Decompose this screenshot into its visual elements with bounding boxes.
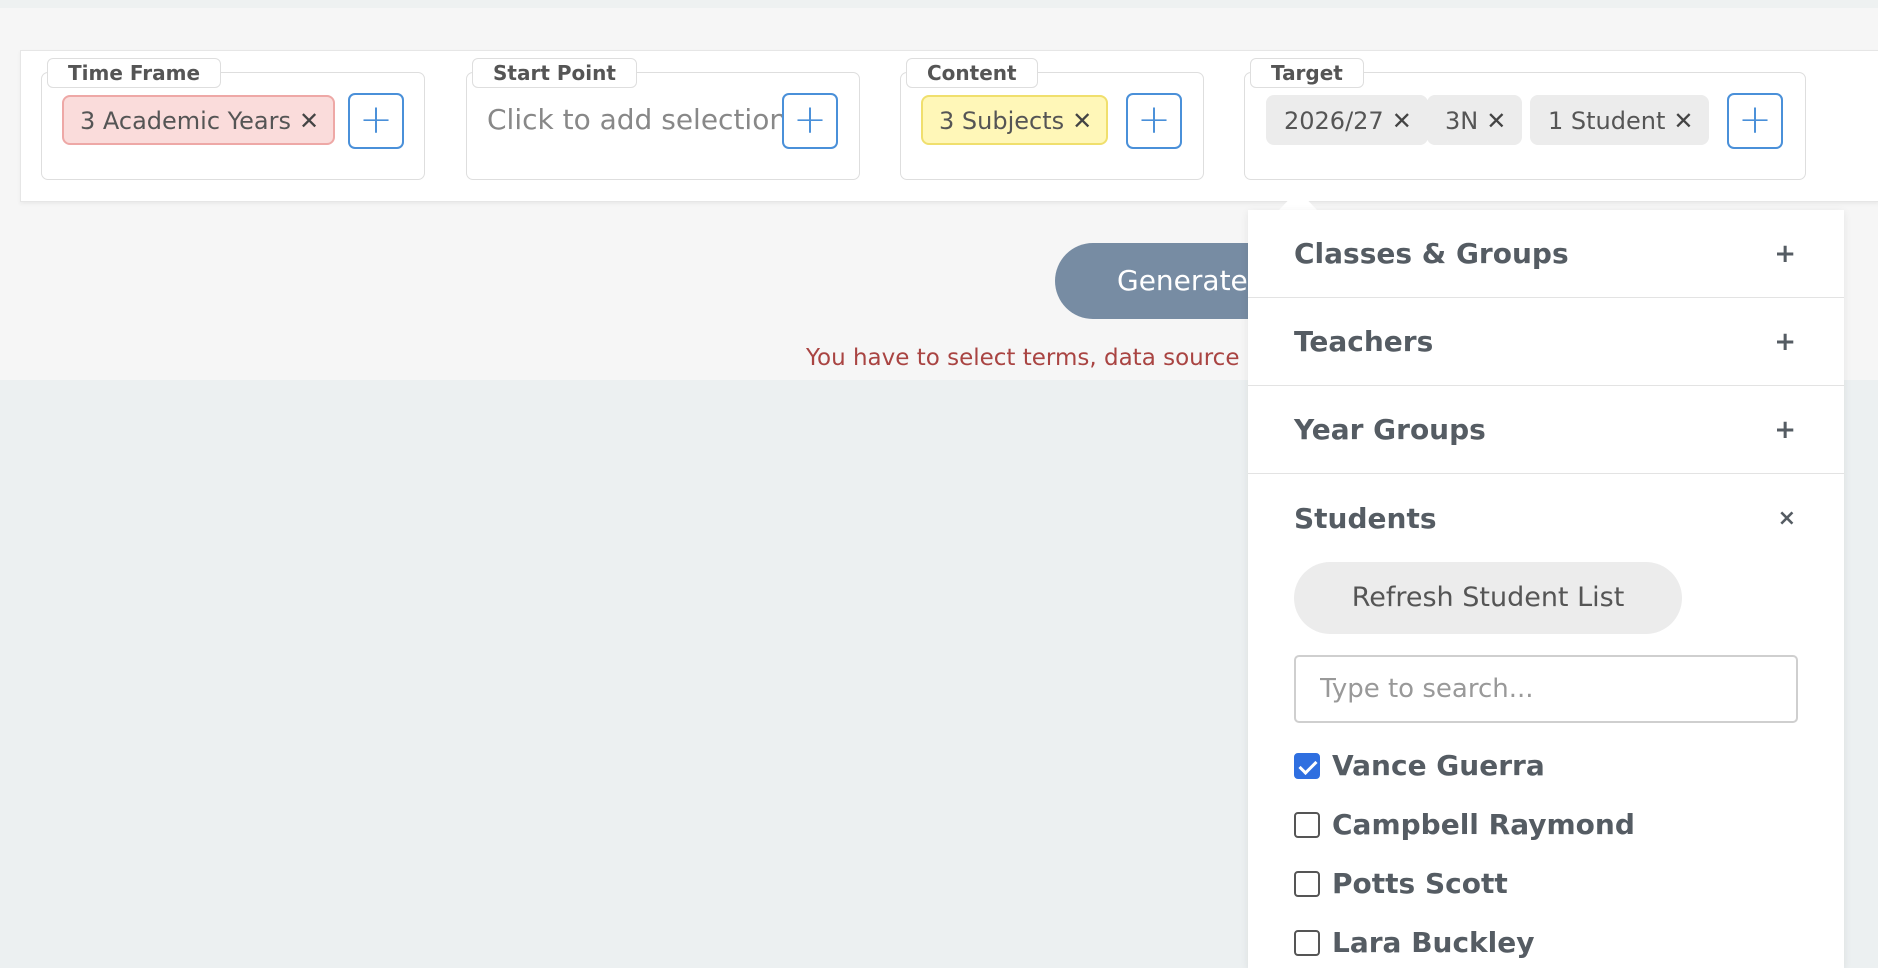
dropdown-arrow <box>1278 190 1318 211</box>
target-chip-year[interactable]: 2026/27 ✕ <box>1266 95 1428 145</box>
close-icon[interactable]: ✕ <box>299 107 319 135</box>
chip-text: 3N <box>1445 107 1479 135</box>
section-title: Students <box>1294 502 1437 535</box>
add-time-frame-button[interactable]: + <box>348 93 404 149</box>
chip-text: 3 Subjects <box>939 107 1065 135</box>
section-title: Classes & Groups <box>1294 237 1569 270</box>
time-frame-label: Time Frame <box>47 58 222 88</box>
student-name: Vance Guerra <box>1332 749 1545 782</box>
student-checkbox[interactable] <box>1294 929 1320 956</box>
collapse-icon[interactable]: × <box>1778 474 1796 564</box>
section-title: Teachers <box>1294 325 1434 358</box>
close-icon[interactable]: ✕ <box>1072 107 1092 135</box>
expand-icon[interactable]: + <box>1774 298 1796 386</box>
list-item[interactable]: Campbell Raymond <box>1294 795 1635 854</box>
time-frame-chip[interactable]: 3 Academic Years ✕ <box>62 95 336 145</box>
student-list: Vance Guerra Campbell Raymond Potts Scot… <box>1294 736 1635 968</box>
time-frame-filter: Time Frame 3 Academic Years ✕ + <box>41 58 425 180</box>
top-strip <box>0 0 1878 8</box>
student-checkbox[interactable] <box>1294 870 1320 897</box>
list-item[interactable]: Vance Guerra <box>1294 736 1635 795</box>
plus-icon: + <box>1137 97 1171 143</box>
plus-icon: + <box>1738 97 1772 143</box>
expand-icon[interactable]: + <box>1774 210 1796 298</box>
student-search-input[interactable] <box>1294 655 1798 723</box>
add-start-point-button[interactable]: + <box>782 93 838 149</box>
list-item[interactable]: Potts Scott <box>1294 854 1635 913</box>
student-checkbox[interactable] <box>1294 811 1320 838</box>
content-filter: Content 3 Subjects ✕ + <box>900 58 1204 180</box>
target-dropdown-panel: Classes & Groups + Teachers + Year Group… <box>1248 210 1844 968</box>
target-chip-students[interactable]: 1 Student ✕ <box>1530 95 1710 145</box>
target-filter: Target 2026/27 ✕ 3N ✕ 1 Student ✕ + <box>1244 58 1806 180</box>
target-label: Target <box>1250 58 1364 88</box>
plus-icon: + <box>793 97 827 143</box>
section-teachers[interactable]: Teachers + <box>1248 298 1844 386</box>
start-point-placeholder[interactable]: Click to add selection <box>487 95 787 145</box>
student-name: Lara Buckley <box>1332 926 1535 959</box>
start-point-label: Start Point <box>472 58 637 88</box>
student-checkbox[interactable] <box>1294 752 1320 779</box>
student-name: Potts Scott <box>1332 867 1508 900</box>
close-icon[interactable]: ✕ <box>1392 107 1412 135</box>
chip-text: 3 Academic Years <box>80 107 291 135</box>
section-title: Year Groups <box>1294 413 1486 446</box>
close-icon[interactable]: ✕ <box>1673 107 1693 135</box>
chip-text: 1 Student <box>1548 107 1666 135</box>
content-chip[interactable]: 3 Subjects ✕ <box>921 95 1109 145</box>
section-classes-groups[interactable]: Classes & Groups + <box>1248 210 1844 298</box>
chip-text: 2026/27 <box>1284 107 1384 135</box>
plus-icon: + <box>359 97 393 143</box>
list-item[interactable]: Lara Buckley <box>1294 913 1635 968</box>
start-point-filter: Start Point Click to add selection + <box>466 58 860 180</box>
validation-error-message: You have to select terms, data source an <box>806 345 1276 371</box>
close-icon[interactable]: ✕ <box>1486 107 1506 135</box>
add-target-button[interactable]: + <box>1727 93 1783 149</box>
content-label: Content <box>906 58 1038 88</box>
expand-icon[interactable]: + <box>1774 386 1796 474</box>
refresh-student-list-button[interactable]: Refresh Student List <box>1294 562 1682 634</box>
target-chip-class[interactable]: 3N ✕ <box>1427 95 1523 145</box>
section-year-groups[interactable]: Year Groups + <box>1248 386 1844 474</box>
add-content-button[interactable]: + <box>1126 93 1182 149</box>
student-name: Campbell Raymond <box>1332 808 1635 841</box>
